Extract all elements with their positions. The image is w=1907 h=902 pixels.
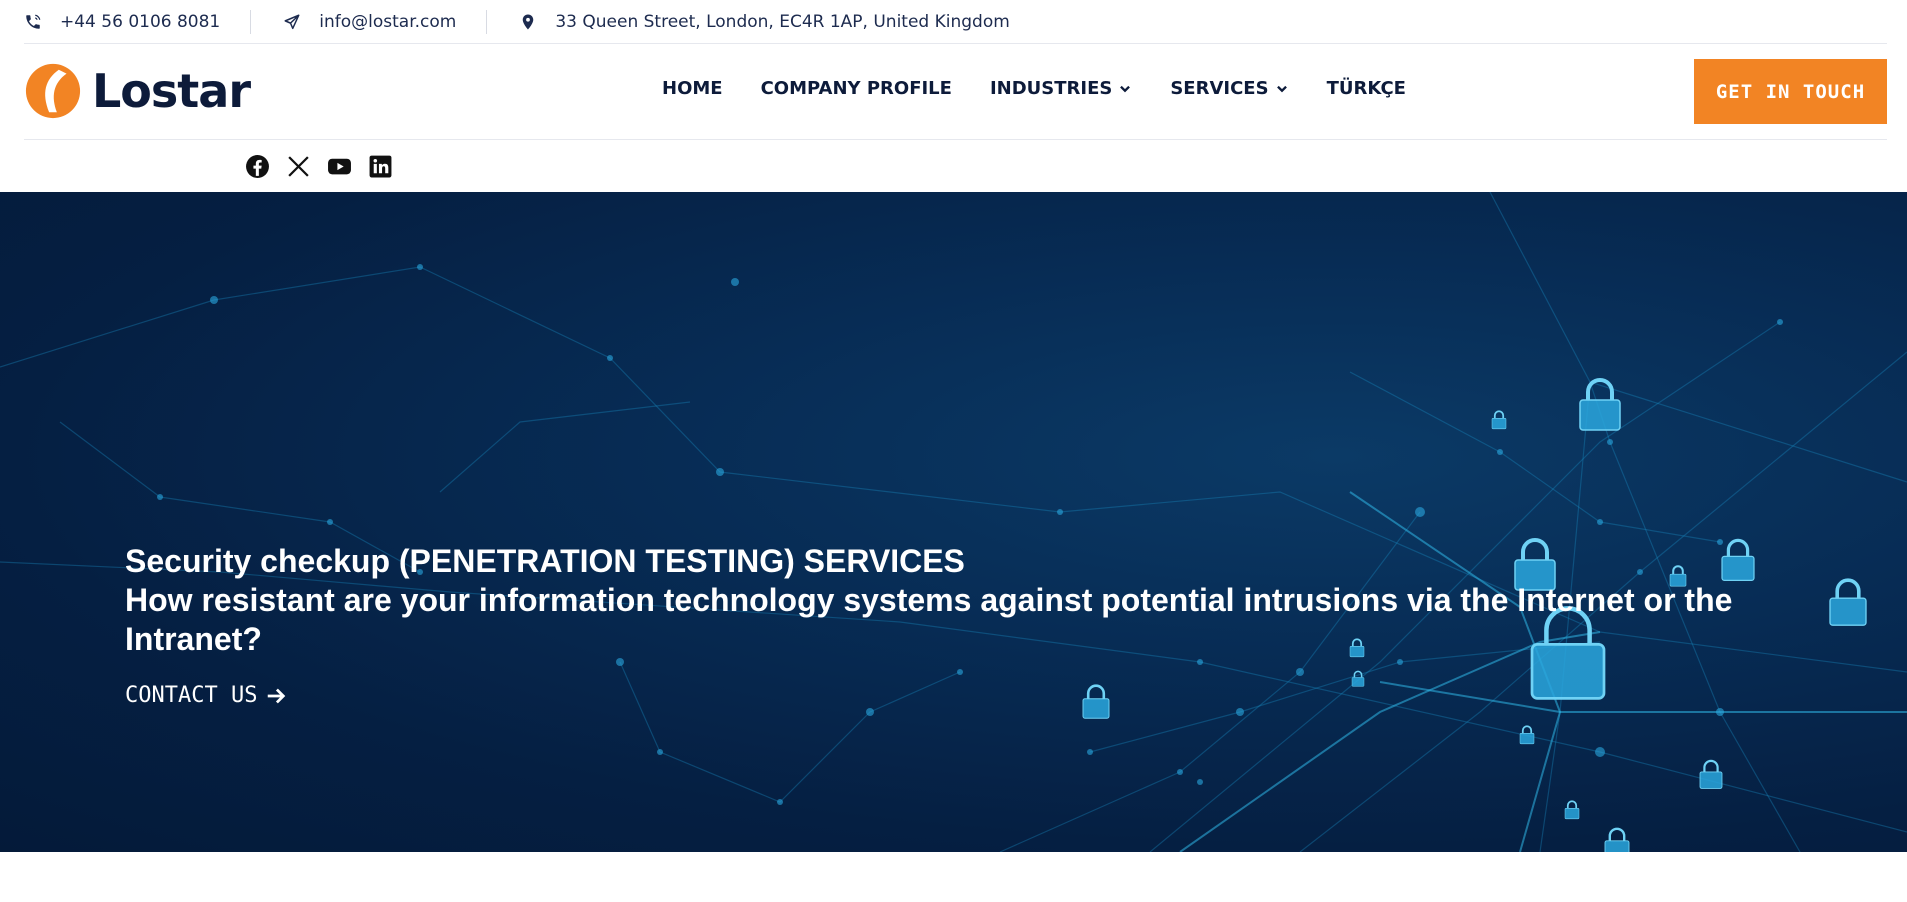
nav-label: TÜRKÇE bbox=[1326, 78, 1406, 99]
linkedin-icon[interactable] bbox=[368, 154, 393, 179]
main-nav: HOME COMPANY PROFILE INDUSTRIES SERVICES… bbox=[662, 78, 1406, 99]
hero-title: Security checkup (PENETRATION TESTING) S… bbox=[125, 542, 1805, 659]
nav-company-profile[interactable]: COMPANY PROFILE bbox=[761, 78, 952, 99]
social-links bbox=[245, 154, 393, 179]
contact-us-label: CONTACT US bbox=[125, 683, 258, 708]
send-icon bbox=[284, 14, 300, 29]
logo-text: Lostar bbox=[92, 64, 251, 118]
network-background bbox=[0, 192, 1907, 852]
x-icon[interactable] bbox=[286, 154, 311, 179]
nav-services[interactable]: SERVICES bbox=[1170, 78, 1288, 99]
lostar-logo-icon bbox=[25, 63, 81, 119]
nav-label: INDUSTRIES bbox=[989, 78, 1113, 99]
facebook-icon[interactable] bbox=[245, 154, 270, 179]
nav-industries[interactable]: INDUSTRIES bbox=[990, 78, 1132, 99]
nav-label: SERVICES bbox=[1170, 78, 1269, 99]
hero-title-line1: Security checkup (PENETRATION TESTING) S… bbox=[125, 543, 965, 579]
phone-text: +44 56 0106 8081 bbox=[60, 11, 221, 32]
contact-bar: +44 56 0106 8081 info@lostar.com 33 Quee… bbox=[24, 0, 1887, 44]
contact-us-link[interactable]: CONTACT US bbox=[125, 683, 287, 708]
phone-contact[interactable]: +44 56 0106 8081 bbox=[24, 9, 252, 34]
nav-home[interactable]: HOME bbox=[662, 78, 723, 99]
chevron-down-icon bbox=[1276, 85, 1287, 92]
address-contact: 33 Queen Street, London, EC4R 1AP, Unite… bbox=[519, 10, 1039, 34]
phone-icon bbox=[26, 14, 41, 29]
youtube-icon[interactable] bbox=[327, 154, 352, 179]
location-pin-icon bbox=[523, 14, 534, 29]
address-text: 33 Queen Street, London, EC4R 1AP, Unite… bbox=[555, 11, 1010, 32]
nav-label: COMPANY PROFILE bbox=[760, 78, 952, 99]
arrow-right-icon bbox=[268, 688, 286, 703]
site-header: Lostar HOME COMPANY PROFILE INDUSTRIES S… bbox=[24, 44, 1887, 140]
nav-turkce[interactable]: TÜRKÇE bbox=[1327, 78, 1406, 99]
logo[interactable]: Lostar bbox=[24, 62, 251, 120]
hero-title-line2: How resistant are your information techn… bbox=[125, 582, 1733, 657]
nav-label: HOME bbox=[662, 78, 723, 99]
email-text: info@lostar.com bbox=[319, 11, 457, 32]
chevron-down-icon bbox=[1120, 85, 1131, 92]
hero-banner: Security checkup (PENETRATION TESTING) S… bbox=[0, 192, 1907, 852]
email-contact[interactable]: info@lostar.com bbox=[283, 9, 488, 34]
get-in-touch-button[interactable]: GET IN TOUCH bbox=[1694, 59, 1887, 124]
